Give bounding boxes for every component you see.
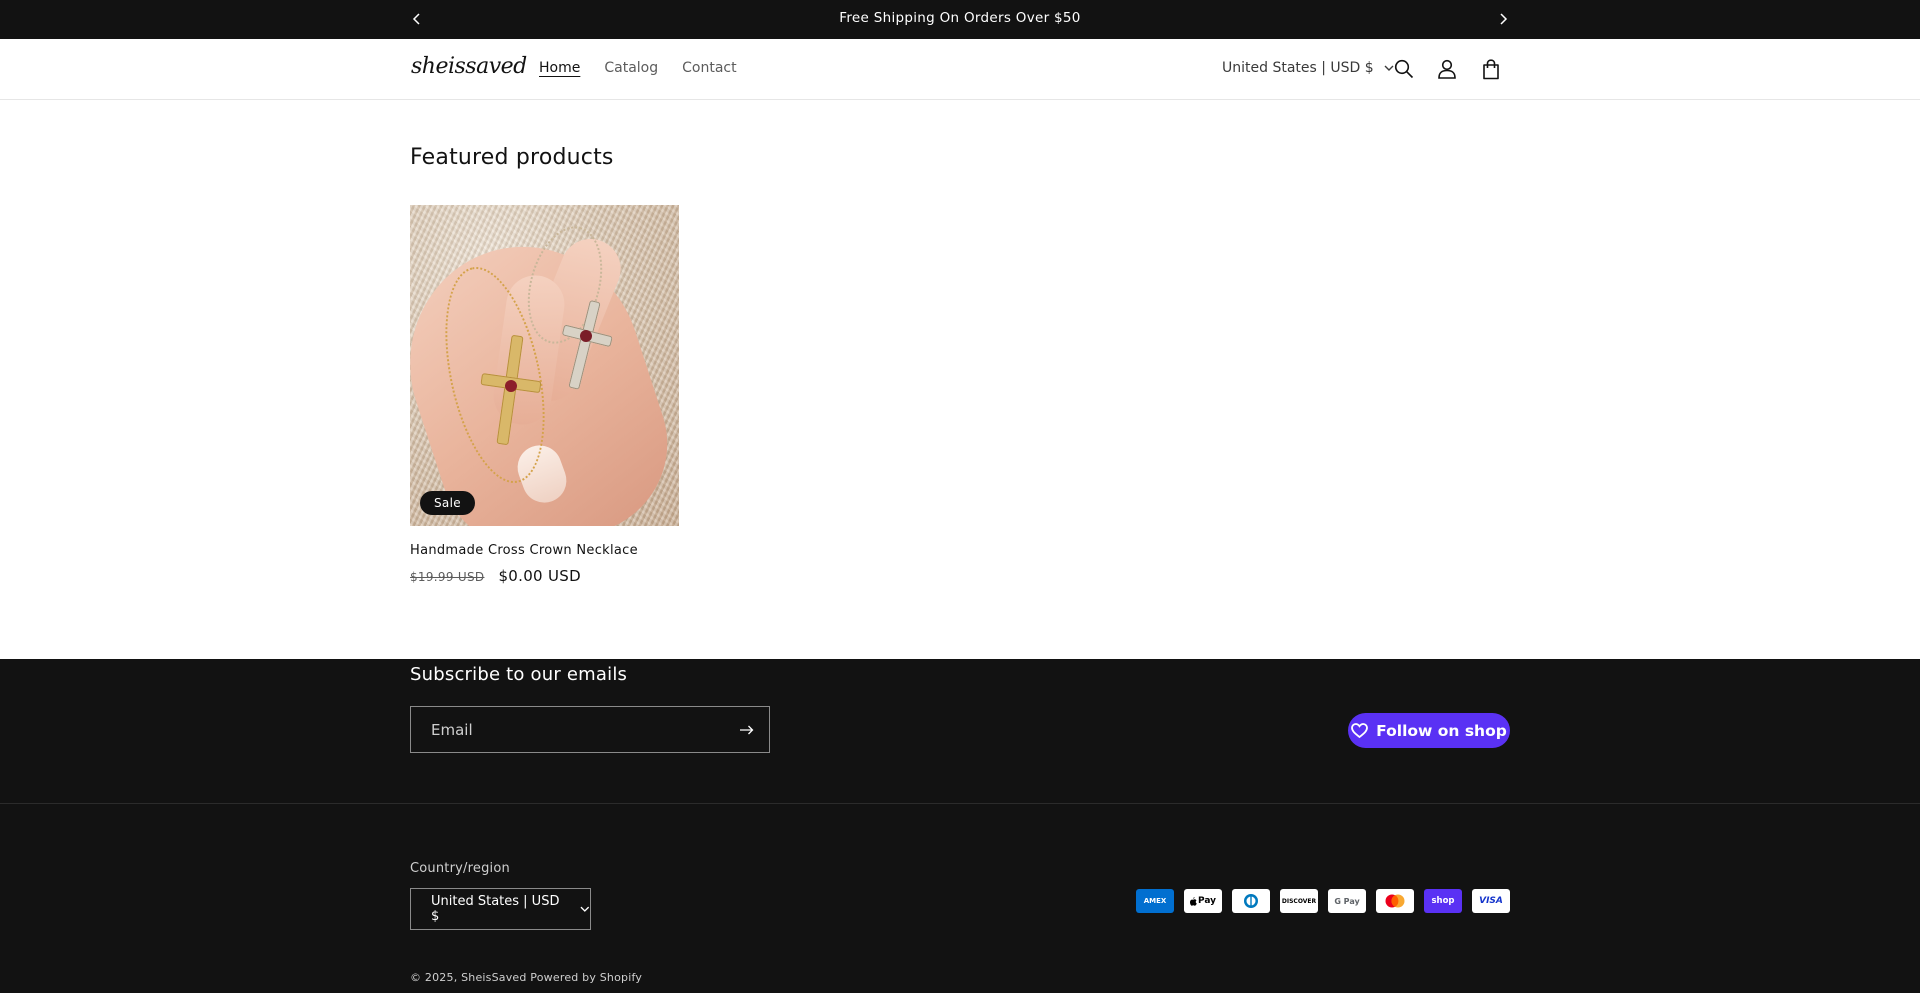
arrow-right-icon: [740, 725, 754, 734]
newsletter-form: [410, 706, 770, 753]
product-photo-gem: [505, 380, 517, 392]
diners-club-icon: [1232, 889, 1270, 913]
nav-home[interactable]: Home: [539, 60, 580, 76]
price-regular: $19.99 USD: [410, 570, 485, 584]
sale-badge: Sale: [420, 491, 475, 515]
chevron-right-icon: [1500, 13, 1508, 25]
site-footer: Subscribe to our emails Follow on shop C…: [0, 659, 1920, 993]
product-title[interactable]: Handmade Cross Crown Necklace: [410, 543, 679, 558]
amex-icon: AMEX: [1136, 889, 1174, 913]
payment-icons: AMEX Pay DISCOVER G Pay shop VISA: [1136, 889, 1510, 913]
main-nav: Home Catalog Contact: [539, 60, 737, 76]
shop-pay-icon: shop: [1424, 889, 1462, 913]
email-input[interactable]: [411, 707, 725, 752]
site-header: sheissaved Home Catalog Contact United S…: [0, 39, 1920, 100]
country-region-value: United States | USD $: [431, 894, 560, 924]
chevron-down-icon: [580, 906, 590, 912]
product-image[interactable]: Sale: [410, 205, 679, 526]
cart-button[interactable]: [1478, 56, 1504, 82]
apple-pay-icon: Pay: [1184, 889, 1222, 913]
google-pay-icon: G Pay: [1328, 889, 1366, 913]
copyright: © 2025, SheisSaved Powered by Shopify: [410, 971, 642, 984]
account-icon: [1438, 59, 1456, 79]
product-price: $19.99 USD $0.00 USD: [410, 567, 679, 585]
announcement-text: Free Shipping On Orders Over $50: [839, 10, 1081, 26]
follow-on-shop-label: Follow on shop: [1376, 721, 1507, 740]
country-region-select[interactable]: United States | USD $: [410, 888, 591, 930]
copyright-prefix: © 2025,: [410, 971, 458, 984]
store-logo[interactable]: sheissaved: [411, 54, 527, 79]
subscribe-button[interactable]: [725, 707, 769, 752]
announcement-bar: Free Shipping On Orders Over $50: [0, 0, 1920, 39]
account-button[interactable]: [1434, 56, 1460, 82]
search-icon: [1394, 59, 1414, 79]
nav-contact[interactable]: Contact: [682, 60, 736, 76]
newsletter-title: Subscribe to our emails: [410, 664, 628, 685]
store-name-link[interactable]: SheisSaved: [461, 971, 527, 984]
featured-products-title: Featured products: [410, 145, 614, 170]
heart-icon: [1351, 723, 1369, 738]
footer-divider: [0, 803, 1920, 804]
cart-icon: [1483, 58, 1499, 79]
product-card[interactable]: Sale Handmade Cross Crown Necklace $19.9…: [410, 205, 679, 585]
nav-catalog[interactable]: Catalog: [604, 60, 658, 76]
mastercard-icon: [1376, 889, 1414, 913]
visa-icon: VISA: [1472, 889, 1510, 913]
price-sale: $0.00 USD: [498, 567, 581, 585]
powered-by-shopify-link[interactable]: Powered by Shopify: [530, 971, 642, 984]
search-button[interactable]: [1391, 56, 1417, 82]
localization-value: United States | USD $: [1222, 60, 1374, 76]
announcement-next-button[interactable]: [1493, 8, 1513, 30]
follow-on-shop-button[interactable]: Follow on shop: [1348, 713, 1510, 748]
discover-icon: DISCOVER: [1280, 889, 1318, 913]
product-photo-gem: [580, 330, 592, 342]
localization-selector[interactable]: United States | USD $: [1222, 60, 1394, 76]
country-region-label: Country/region: [410, 861, 510, 876]
